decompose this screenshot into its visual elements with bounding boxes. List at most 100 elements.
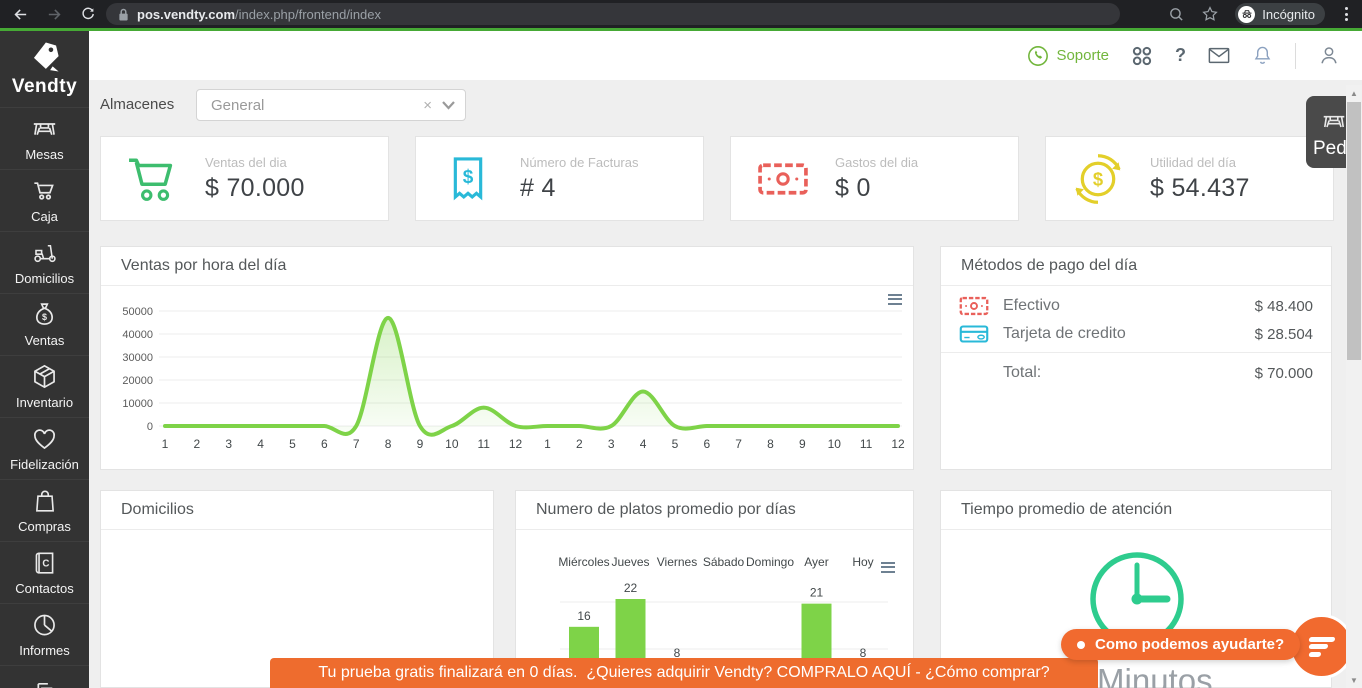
payment-row-tarjeta: Tarjeta de credito $ 28.504 (941, 320, 1331, 348)
svg-text:22: 22 (624, 581, 638, 595)
stat-card-gastos: Gastos del dia $ 0 (730, 136, 1019, 221)
forward-arrow-icon (48, 8, 61, 20)
stat-label: Gastos del dia (835, 154, 919, 170)
sidebar-item-label: Mesas (25, 147, 64, 162)
scrollbar-track[interactable]: ▲ ▼ (1346, 85, 1362, 688)
incognito-label: Incógnito (1262, 6, 1315, 22)
credit-card-icon (959, 325, 989, 343)
svg-text:Viernes: Viernes (657, 555, 697, 569)
support-label: Soporte (1056, 47, 1109, 64)
sidebar-item-mesas[interactable]: Mesas (0, 107, 89, 169)
svg-text:40000: 40000 (122, 329, 153, 341)
stat-card-facturas: $ Número de Facturas # 4 (415, 136, 704, 221)
stat-value: # 4 (520, 173, 556, 202)
sidebar-item-inventario[interactable]: Inventario (0, 355, 89, 417)
brand-name: Vendty (11, 76, 78, 97)
sidebar-item-label: Informes (19, 643, 70, 658)
refresh-button[interactable] (80, 6, 96, 22)
cart-icon (101, 154, 205, 204)
clear-selection-icon[interactable]: × (423, 97, 432, 114)
chat-tooltip[interactable]: Como podemos ayudarte? (1061, 629, 1301, 660)
svg-text:12: 12 (891, 437, 905, 451)
svg-text:5: 5 (289, 437, 296, 451)
table-icon (1323, 115, 1345, 128)
phone-support-icon (1028, 45, 1049, 66)
bell-icon (1254, 46, 1271, 64)
pie-chart-icon (34, 614, 55, 636)
support-button[interactable]: Soporte (1027, 45, 1109, 67)
scrollbar-thumb[interactable] (1347, 102, 1361, 360)
svg-text:11: 11 (860, 437, 873, 451)
sidebar-item-label: Domicilios (14, 271, 75, 286)
sidebar-item-label: Caja (31, 209, 58, 224)
scroll-down-arrow[interactable]: ▼ (1346, 672, 1362, 688)
mail-icon (1208, 47, 1230, 64)
total-label: Total: (1003, 364, 1042, 381)
sidebar-item-contactos[interactable]: C Contactos (0, 541, 89, 603)
help-button[interactable]: ? (1175, 45, 1186, 66)
scroll-up-arrow[interactable]: ▲ (1346, 85, 1362, 101)
search-icon (1170, 7, 1183, 21)
shopping-bag-icon (35, 490, 54, 512)
store-select[interactable]: General × (196, 89, 466, 121)
svg-text:10: 10 (828, 437, 842, 451)
box-icon (34, 364, 55, 389)
messages-button[interactable] (1208, 47, 1230, 64)
sidebar: Vendty Mesas Caja Domicilios $ Ventas In… (0, 31, 89, 688)
contact-book-icon: C (35, 551, 53, 574)
table-icon (33, 123, 56, 135)
sidebar-item-tienda[interactable] (0, 665, 89, 688)
chevron-down-icon[interactable] (442, 100, 455, 110)
apps-grid-button[interactable] (1131, 45, 1153, 67)
payment-value: $ 28.504 (1254, 325, 1313, 343)
panel-title: Métodos de pago del día (941, 247, 1331, 286)
svg-text:7: 7 (353, 437, 360, 451)
svg-text:Domingo: Domingo (746, 555, 794, 569)
svg-text:Miércoles: Miércoles (558, 555, 609, 569)
avg-time-unit: Minutos (1097, 662, 1213, 688)
svg-text:0: 0 (147, 421, 153, 433)
panel-title: Ventas por hora del día (101, 247, 913, 286)
lock-icon (119, 8, 128, 20)
svg-text:$: $ (463, 167, 474, 188)
sidebar-item-fidelizacion[interactable]: Fidelización (0, 417, 89, 479)
sidebar-item-caja[interactable]: Caja (0, 169, 89, 231)
url-domain: pos.vendty.com (137, 6, 236, 22)
svg-text:1: 1 (544, 437, 551, 451)
search-tabs-button[interactable] (1168, 6, 1185, 23)
payment-row-efectivo: Efectivo $ 48.400 (941, 292, 1331, 320)
svg-text:4: 4 (257, 437, 264, 451)
banknote-icon (959, 296, 989, 316)
forward-button[interactable] (46, 6, 63, 23)
notifications-button[interactable] (1252, 44, 1273, 67)
total-value: $ 70.000 (1254, 364, 1313, 382)
back-button[interactable] (12, 6, 29, 23)
sidebar-item-compras[interactable]: Compras (0, 479, 89, 541)
svg-text:7: 7 (735, 437, 742, 451)
sidebar-item-domicilios[interactable]: Domicilios (0, 231, 89, 293)
sales-by-hour-chart: 500004000030000200001000001 2 3 4 5 6 7 8 9 10 11 1… (122, 306, 905, 451)
stat-value: $ 0 (835, 173, 871, 202)
bookmark-button[interactable] (1201, 5, 1219, 23)
stat-label: Utilidad del día (1150, 154, 1236, 170)
sidebar-item-informes[interactable]: Informes (0, 603, 89, 665)
svg-text:8: 8 (385, 437, 392, 451)
svg-text:9: 9 (799, 437, 806, 451)
url-bar[interactable]: pos.vendty.com/index.php/frontend/index (106, 3, 1120, 25)
chrome-menu-button[interactable] (1341, 7, 1352, 21)
sidebar-item-ventas[interactable]: $ Ventas (0, 293, 89, 355)
panel-title: Numero de platos promedio por días (516, 491, 913, 530)
chat-lines-icon (1308, 636, 1335, 642)
sidebar-nav: Mesas Caja Domicilios $ Ventas Inventari… (0, 107, 89, 688)
brand-logo[interactable]: Vendty (0, 31, 89, 107)
stat-value: $ 70.000 (205, 173, 305, 202)
topbar-divider (1295, 42, 1296, 69)
svg-text:4: 4 (640, 437, 647, 451)
scooter-icon (33, 244, 56, 263)
payment-value: $ 48.400 (1254, 297, 1313, 315)
account-button[interactable] (1318, 44, 1340, 67)
coin-icon: $ (1046, 153, 1150, 205)
svg-text:$: $ (1093, 168, 1103, 189)
trial-banner[interactable]: Tu prueba gratis finalizará en 0 días. ¿… (270, 658, 1098, 688)
topbar: Soporte ? (89, 31, 1362, 80)
